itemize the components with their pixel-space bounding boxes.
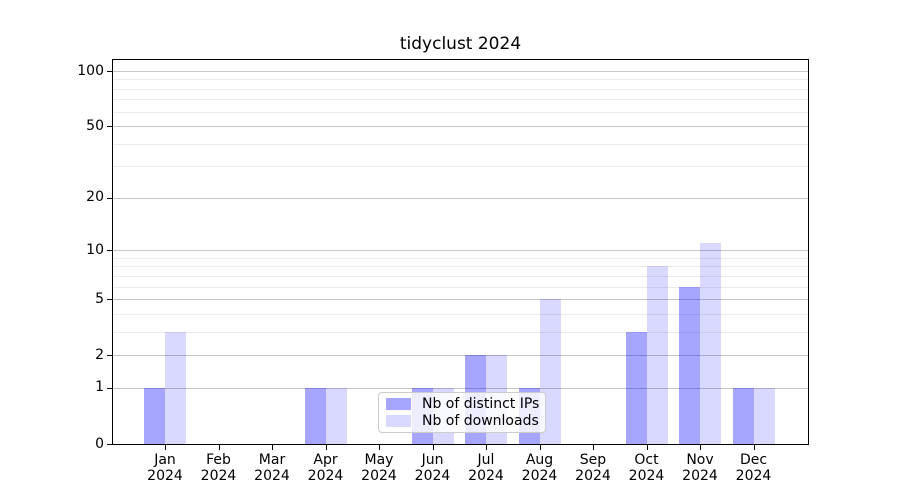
legend-label-distinct-ips: Nb of distinct IPs	[422, 397, 539, 411]
x-tick-sep	[593, 445, 594, 450]
chart-title: tidyclust 2024	[112, 34, 809, 54]
x-tick-nov	[700, 445, 701, 450]
x-tick-may	[379, 445, 380, 450]
x-tick-aug	[540, 445, 541, 450]
x-tick-label-dec: Dec2024	[722, 452, 786, 484]
y-tick-10	[107, 250, 112, 251]
y-tick-2	[107, 355, 112, 356]
x-tick-apr	[326, 445, 327, 450]
x-tick-dec	[754, 445, 755, 450]
x-tick-oct	[647, 445, 648, 450]
figure: tidyclust 2024 Jan2024Feb2024Mar2024Apr2…	[0, 0, 900, 500]
y-tick-label-100: 100	[50, 64, 104, 79]
legend-swatch-downloads	[386, 415, 411, 427]
x-tick-jun	[433, 445, 434, 450]
y-tick-50	[107, 126, 112, 127]
y-tick-label-1: 1	[50, 380, 104, 395]
y-tick-label-0: 0	[50, 437, 104, 452]
legend-label-downloads: Nb of downloads	[422, 414, 539, 428]
x-tick-jul	[486, 445, 487, 450]
legend-item-distinct-ips: Nb of distinct IPs	[386, 397, 545, 411]
x-tick-mar	[272, 445, 273, 450]
y-tick-20	[107, 198, 112, 199]
y-tick-label-10: 10	[50, 243, 104, 258]
y-tick-label-20: 20	[50, 190, 104, 205]
y-tick-5	[107, 299, 112, 300]
x-tick-label-year: 2024	[722, 468, 786, 484]
legend-item-downloads: Nb of downloads	[386, 414, 545, 428]
plot-area	[112, 59, 809, 445]
y-tick-label-5: 5	[50, 292, 104, 307]
x-tick-feb	[219, 445, 220, 450]
y-tick-1	[107, 388, 112, 389]
y-tick-label-2: 2	[50, 348, 104, 363]
y-tick-100	[107, 71, 112, 72]
x-tick-jan	[165, 445, 166, 450]
y-tick-0	[107, 444, 112, 445]
legend-swatch-distinct-ips	[386, 398, 411, 410]
x-tick-label-month: Dec	[722, 452, 786, 468]
y-tick-label-50: 50	[50, 119, 104, 134]
legend: Nb of distinct IPs Nb of downloads	[378, 392, 546, 433]
